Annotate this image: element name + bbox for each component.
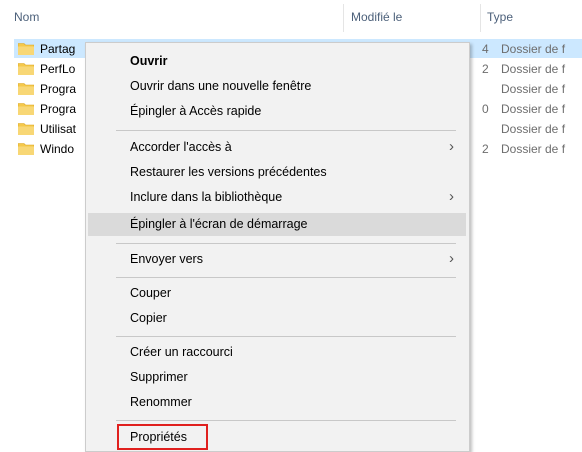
highlight-box (117, 424, 208, 450)
menu-item-open-new-window[interactable]: Ouvrir dans une nouvelle fenêtre (88, 75, 466, 98)
modified-date-fragment: 2 (482, 142, 489, 156)
menu-item-send-to[interactable]: Envoyer vers › (88, 248, 466, 271)
file-type: Dossier de f (501, 102, 566, 116)
folder-icon (17, 142, 35, 156)
menu-item-pin-start[interactable]: Épingler à l'écran de démarrage (88, 213, 466, 236)
folder-icon (17, 122, 35, 136)
menu-item-rename[interactable]: Renommer (88, 391, 466, 414)
file-name: Progra (40, 82, 77, 96)
modified-date-fragment: 0 (482, 102, 489, 116)
file-name: PerfLo (40, 62, 76, 76)
menu-item-label: Couper (130, 286, 171, 300)
folder-icon (17, 102, 35, 116)
menu-separator (116, 130, 456, 131)
menu-item-label: Envoyer vers (130, 252, 203, 266)
menu-item-label: Accorder l'accès à (130, 140, 232, 154)
menu-item-restore-versions[interactable]: Restaurer les versions précédentes (88, 161, 466, 184)
chevron-right-icon: › (449, 188, 454, 205)
menu-item-label: Ouvrir dans une nouvelle fenêtre (130, 79, 312, 93)
folder-icon (17, 62, 35, 76)
context-menu: Ouvrir Ouvrir dans une nouvelle fenêtre … (85, 42, 470, 452)
menu-item-label: Épingler à Accès rapide (130, 104, 262, 118)
chevron-right-icon: › (449, 138, 454, 155)
modified-date-fragment: 4 (482, 42, 489, 56)
menu-item-delete[interactable]: Supprimer (88, 366, 466, 389)
menu-item-cut[interactable]: Couper (88, 282, 466, 305)
folder-icon (17, 42, 35, 56)
menu-separator (116, 243, 456, 244)
file-type: Dossier de f (501, 82, 566, 96)
menu-item-pin-quick-access[interactable]: Épingler à Accès rapide (88, 100, 466, 123)
menu-item-label: Copier (130, 311, 167, 325)
modified-date-fragment: 2 (482, 62, 489, 76)
menu-item-label: Ouvrir (130, 54, 168, 68)
menu-item-label: Renommer (130, 395, 192, 409)
chevron-right-icon: › (449, 250, 454, 267)
menu-item-include-library[interactable]: Inclure dans la bibliothèque › (88, 186, 466, 209)
menu-item-label: Restaurer les versions précédentes (130, 165, 327, 179)
column-divider[interactable] (343, 4, 344, 32)
file-type: Dossier de f (501, 142, 566, 156)
file-type: Dossier de f (501, 62, 566, 76)
menu-separator (116, 336, 456, 337)
column-header-name[interactable]: Nom (14, 10, 39, 24)
menu-separator (116, 420, 456, 421)
menu-item-create-shortcut[interactable]: Créer un raccourci (88, 341, 466, 364)
file-name: Utilisat (40, 122, 77, 136)
file-name: Windo (40, 142, 75, 156)
menu-item-label: Créer un raccourci (130, 345, 233, 359)
menu-item-open[interactable]: Ouvrir (88, 50, 466, 73)
menu-item-label: Inclure dans la bibliothèque (130, 190, 283, 204)
column-header-modified[interactable]: Modifié le (351, 10, 402, 24)
folder-icon (17, 82, 35, 96)
menu-item-label: Épingler à l'écran de démarrage (130, 217, 308, 231)
column-divider[interactable] (480, 4, 481, 32)
menu-item-copy[interactable]: Copier (88, 307, 466, 330)
column-header-type[interactable]: Type (487, 10, 513, 24)
menu-item-grant-access[interactable]: Accorder l'accès à › (88, 136, 466, 159)
file-name: Partag (40, 42, 76, 56)
file-type: Dossier de f (501, 122, 566, 136)
menu-item-label: Supprimer (130, 370, 188, 384)
file-type: Dossier de f (501, 42, 566, 56)
menu-separator (116, 277, 456, 278)
file-name: Progra (40, 102, 77, 116)
